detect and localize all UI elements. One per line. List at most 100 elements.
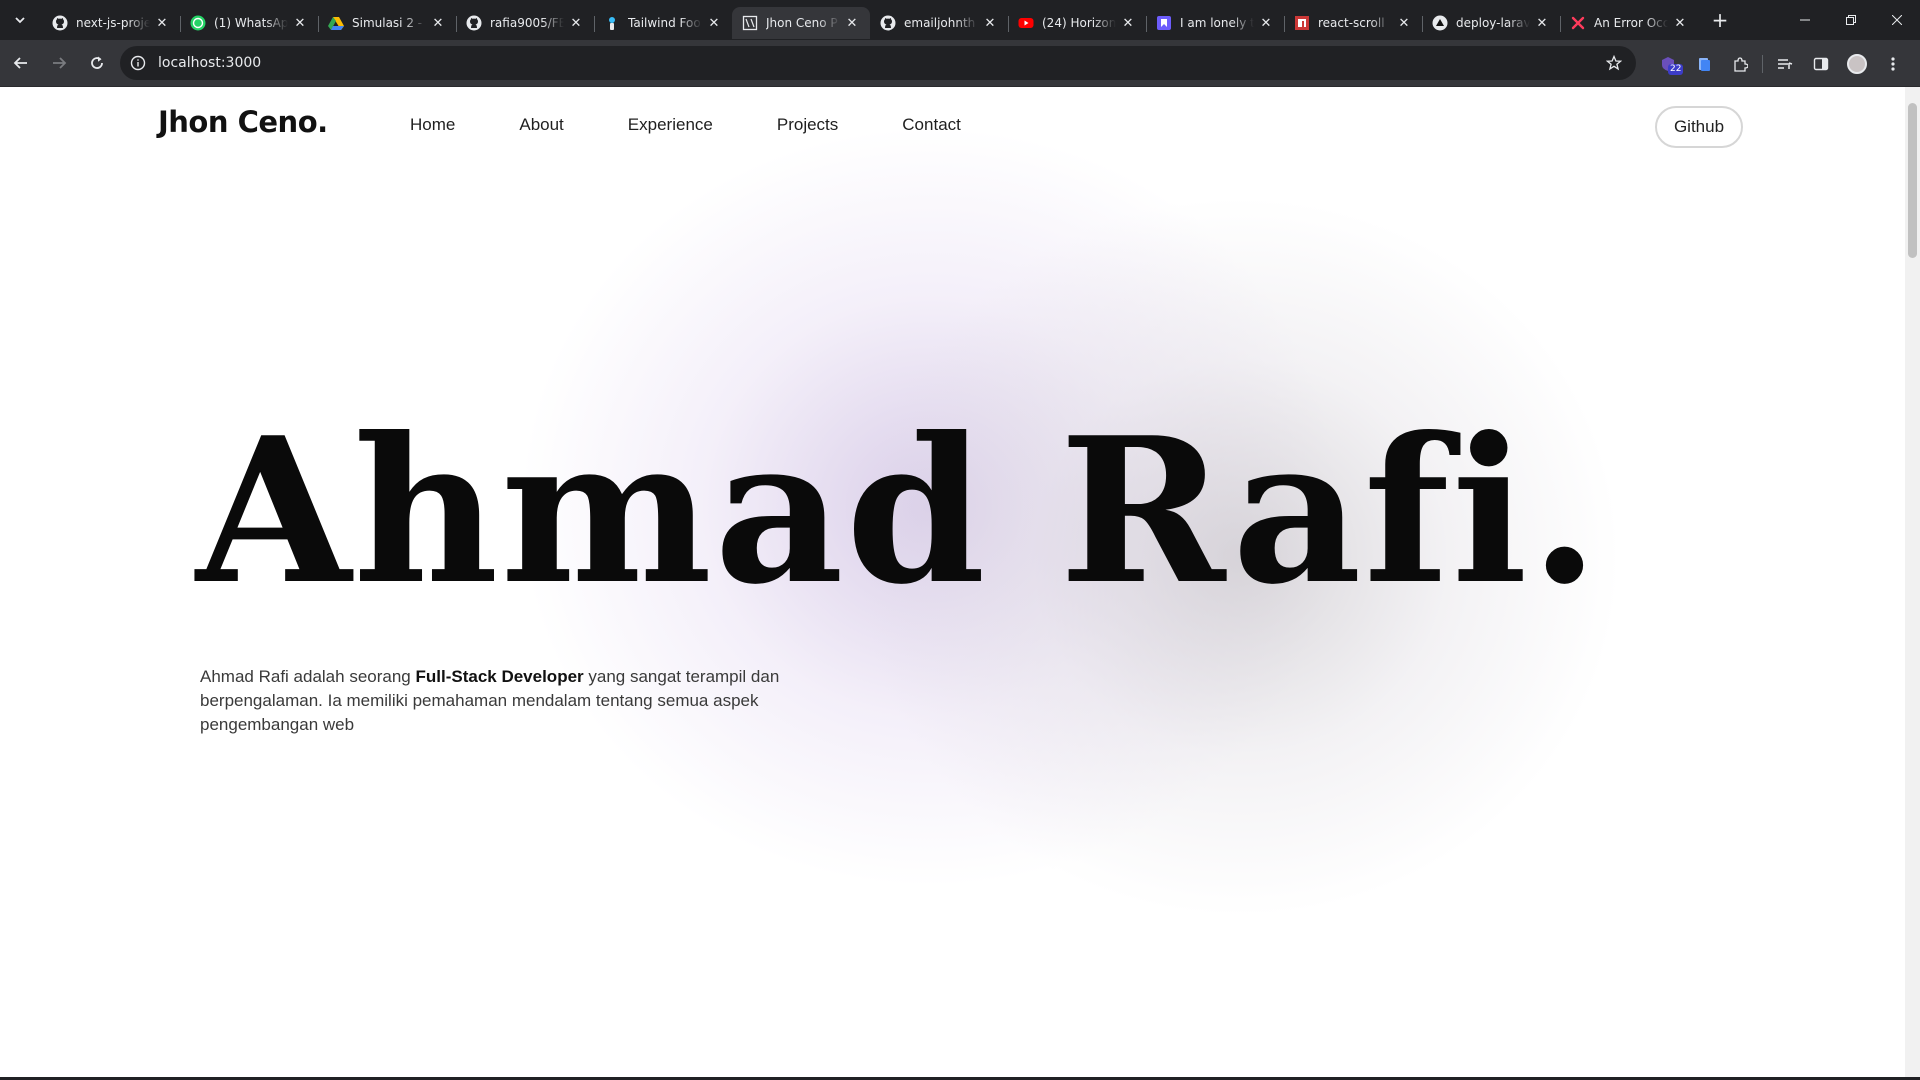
site-logo[interactable]: Jhon Ceno. [158,105,328,139]
nav-link-home[interactable]: Home [410,115,455,135]
hero-title: Ahmad Rafi. [196,394,1602,629]
browser-tab[interactable]: (1) WhatsApp ✕ [180,7,318,39]
npm-icon [1294,15,1310,31]
close-icon [1892,15,1902,25]
nav-link-contact[interactable]: Contact [902,115,961,135]
side-panel-icon [1813,57,1829,70]
scrollbar-thumb[interactable] [1908,103,1917,258]
tab-title: deploy-larav [1456,16,1530,30]
browser-tab[interactable]: deploy-larav ✕ [1422,7,1560,39]
tab-search-button[interactable] [8,8,32,32]
browser-tab[interactable]: rafia9005/FE ✕ [456,7,594,39]
arrow-left-icon [13,57,27,69]
tab-title: Simulasi 2 - [352,16,423,30]
nav-link-projects[interactable]: Projects [777,115,838,135]
ext-docs-icon [1699,57,1710,71]
tab-title: emailjohnth [904,16,976,30]
close-icon[interactable]: ✕ [154,15,170,31]
more-vertical-icon [1891,56,1895,71]
browser-tab[interactable]: I am lonely t ✕ [1146,7,1284,39]
tab-title: Jhon Ceno P [766,16,838,30]
close-icon[interactable]: ✕ [430,15,446,31]
browser-tab[interactable]: An Error Occ ✕ [1560,7,1698,39]
tab-title: rafia9005/FE [490,16,564,30]
close-icon[interactable]: ✕ [982,15,998,31]
reload-button[interactable] [80,46,114,80]
github-icon [880,15,896,31]
browser-menu-button[interactable] [1875,40,1911,87]
nav-link-experience[interactable]: Experience [628,115,713,135]
close-icon[interactable]: ✕ [1396,15,1412,31]
extension-button[interactable] [1686,40,1722,87]
window-controls [1782,0,1920,40]
tab-title: next-js-proje [76,16,150,30]
url-text[interactable]: localhost:3000 [158,55,261,71]
tab-title: (1) WhatsApp [214,16,288,30]
close-icon[interactable]: ✕ [1672,15,1688,31]
arrow-right-icon [53,57,67,69]
tab-title: react-scroll [1318,16,1385,30]
chevron-down-icon [15,17,25,24]
media-queue-icon [1778,58,1793,69]
forward-button[interactable] [42,46,76,80]
nav-link-about[interactable]: About [519,115,563,135]
back-button[interactable] [4,46,38,80]
browser-tab[interactable]: emailjohnth ✕ [870,7,1008,39]
github-icon [466,15,482,31]
close-icon[interactable]: ✕ [844,15,860,31]
close-icon[interactable]: ✕ [568,15,584,31]
toolbar-separator [1762,54,1763,73]
new-tab-button[interactable]: + [1706,6,1734,34]
browser-tab[interactable]: Simulasi 2 - ✕ [318,7,456,39]
hero-description: Ahmad Rafi adalah seorang Full-Stack Dev… [200,665,840,737]
github-icon [52,15,68,31]
profile-button[interactable] [1839,40,1875,87]
restore-icon [1846,15,1856,25]
minimize-button[interactable] [1782,0,1828,40]
close-icon[interactable]: ✕ [292,15,308,31]
tailwind-icon [604,15,620,31]
extension-badge: 22 [1668,64,1684,75]
address-bar[interactable]: localhost:3000 [120,46,1636,80]
close-icon[interactable]: ✕ [1258,15,1274,31]
puzzle-icon [1734,56,1748,72]
page-icon [742,15,758,31]
bookmark-icon [1156,15,1172,31]
site-info-icon[interactable] [130,55,146,71]
browser-tab[interactable]: next-js-proje ✕ [42,7,180,39]
media-control-button[interactable] [1767,40,1803,87]
google-drive-icon [328,15,344,31]
browser-tab[interactable]: (24) Horizon ✕ [1008,7,1146,39]
page-scrollbar[interactable] [1905,87,1920,1077]
side-panel-button[interactable] [1803,40,1839,87]
tab-title: Tailwind Foo [628,16,701,30]
tab-title: I am lonely t [1180,16,1254,30]
extensions-area: 22 [1650,40,1911,87]
extension-button[interactable]: 22 [1650,40,1686,87]
close-window-button[interactable] [1874,0,1920,40]
close-icon[interactable]: ✕ [1120,15,1136,31]
browser-tab[interactable]: react-scroll ✕ [1284,7,1422,39]
reload-icon [91,56,103,69]
star-icon[interactable] [1605,54,1623,71]
tab-list: next-js-proje ✕ (1) WhatsApp ✕ Simulasi … [42,0,1698,40]
tab-title: An Error Occ [1594,16,1668,30]
hero-desc-role: Full-Stack Developer [415,667,584,686]
browser-tab[interactable]: Tailwind Foo ✕ [594,7,732,39]
minimize-icon [1800,19,1810,21]
restore-button[interactable] [1828,0,1874,40]
tab-title: (24) Horizon [1042,16,1116,30]
extensions-menu-button[interactable] [1722,40,1758,87]
avatar [1847,53,1867,74]
hero-desc-text: Ahmad Rafi adalah seorang [200,667,416,686]
browser-tab-active[interactable]: Jhon Ceno P ✕ [732,7,870,39]
youtube-icon [1018,15,1034,31]
github-button[interactable]: Github [1655,106,1743,148]
tab-strip: next-js-proje ✕ (1) WhatsApp ✕ Simulasi … [0,0,1920,40]
close-icon[interactable]: ✕ [1534,15,1550,31]
page-viewport: Jhon Ceno. Home About Experience Project… [0,87,1905,1077]
vercel-icon [1432,15,1448,31]
site-nav: Home About Experience Projects Contact [410,115,1025,135]
close-icon[interactable]: ✕ [706,15,722,31]
error-x-icon [1570,15,1586,31]
